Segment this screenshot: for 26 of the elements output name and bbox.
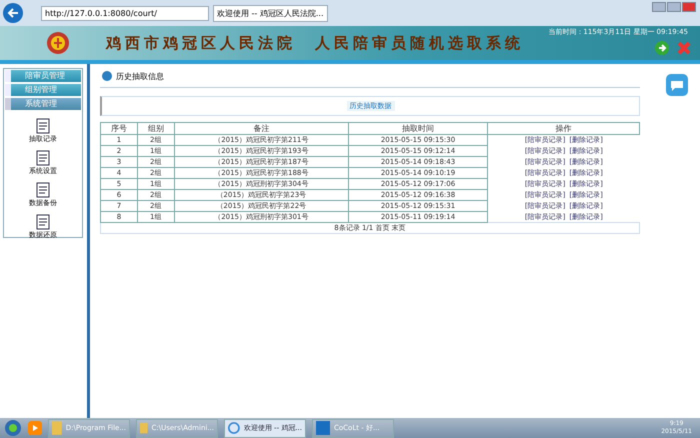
back-button[interactable] [3, 3, 23, 23]
document-icon[interactable] [36, 182, 50, 198]
address-field[interactable]: http://127.0.0.1:8080/court/ [41, 6, 209, 20]
column-header: 抽取时间 [348, 122, 488, 134]
minimize-button[interactable] [652, 2, 666, 12]
back-arrow-icon [6, 6, 20, 20]
browser-tab[interactable]: 欢迎使用 -- 鸡冠区人民法院... [213, 4, 328, 22]
browser-icon [228, 421, 240, 435]
start-icon[interactable] [4, 419, 22, 437]
folder-icon [140, 421, 148, 435]
document-icon[interactable] [36, 214, 50, 230]
media-player-icon[interactable] [28, 421, 42, 435]
document-icon[interactable] [36, 150, 50, 166]
refresh-icon[interactable] [654, 40, 670, 56]
column-header: 操作 [488, 122, 640, 134]
column-header: 组别 [137, 122, 174, 134]
panel-title: 历史抽取信息 [116, 70, 164, 82]
folder-icon [52, 421, 62, 435]
emblem-icon [46, 31, 70, 55]
app-icon [316, 421, 330, 435]
document-icon[interactable] [36, 118, 50, 134]
restore-button[interactable] [667, 2, 681, 12]
system-title: 鸡西市鸡冠区人民法院 人民陪审员随机选取系统 [106, 34, 524, 52]
column-header: 备注 [174, 122, 348, 134]
chat-icon[interactable] [666, 74, 688, 96]
column-header: 序号 [100, 122, 138, 134]
